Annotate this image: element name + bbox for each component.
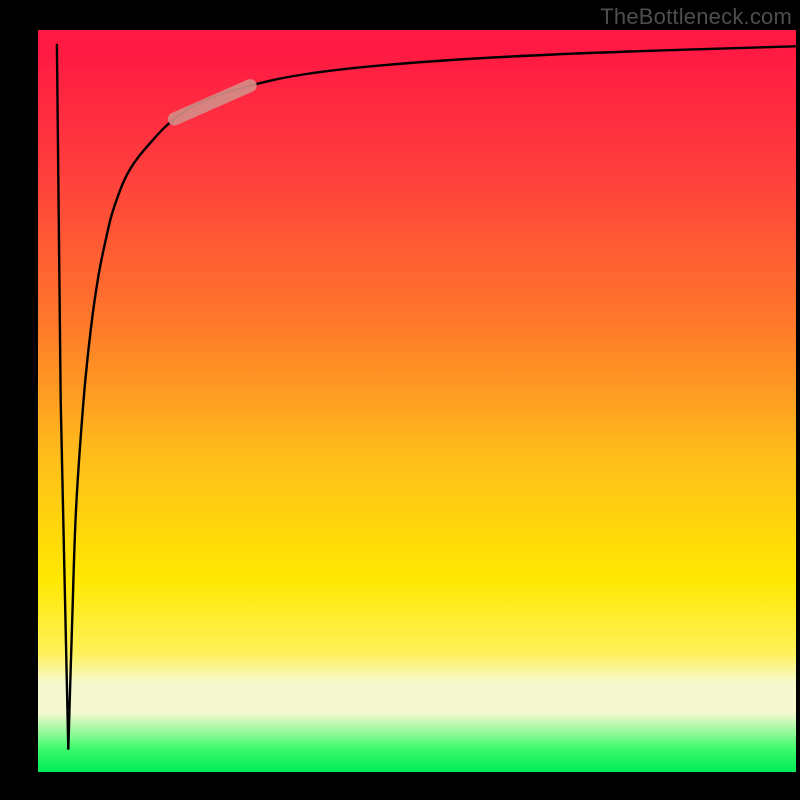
watermark-label: TheBottleneck.com <box>600 4 792 30</box>
highlight-segment <box>174 86 250 119</box>
bottleneck-curve <box>57 45 796 750</box>
chart-stage: TheBottleneck.com <box>0 0 800 800</box>
y-axis <box>0 0 38 800</box>
curve-svg <box>38 30 796 772</box>
x-axis <box>0 772 800 800</box>
